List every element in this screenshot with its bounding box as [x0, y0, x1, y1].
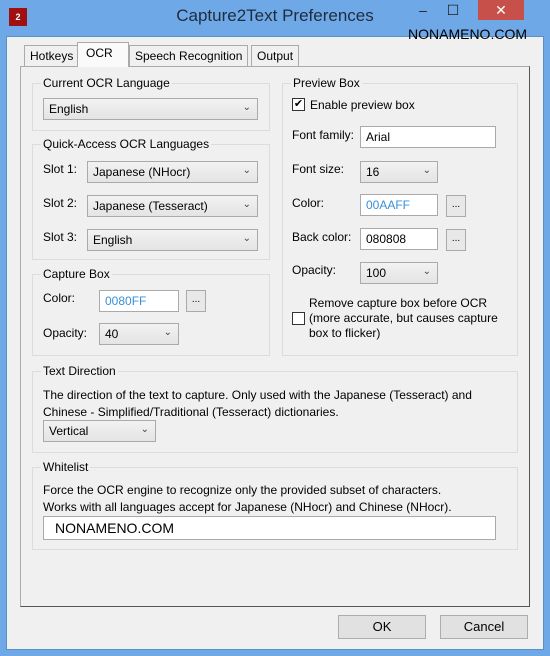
maximize-button[interactable]: ☐ — [440, 0, 466, 20]
ok-button[interactable]: OK — [338, 615, 426, 639]
group-label: Text Direction — [41, 364, 118, 378]
font-size-select[interactable]: 16 ⌄ — [360, 161, 438, 183]
chevron-down-icon: ⌄ — [242, 102, 251, 113]
select-value: English — [93, 233, 133, 247]
close-button[interactable]: ✕ — [478, 0, 524, 20]
slot-1-select[interactable]: Japanese (NHocr) ⌄ — [87, 161, 258, 183]
tab-hotkeys[interactable]: Hotkeys — [24, 45, 80, 66]
whitelist-description-1: Force the OCR engine to recognize only t… — [43, 483, 442, 497]
preview-color-field[interactable]: 00AAFF — [360, 194, 438, 216]
select-value: Japanese (NHocr) — [93, 165, 191, 179]
capture-color-picker-button[interactable]: ... — [186, 290, 206, 312]
group-label: Capture Box — [41, 267, 112, 281]
preview-color-label: Color: — [292, 196, 325, 210]
group-label: Preview Box — [291, 76, 362, 90]
group-label: Current OCR Language — [41, 76, 172, 90]
slot-3-label: Slot 3: — [43, 230, 78, 244]
slot-2-select[interactable]: Japanese (Tesseract) ⌄ — [87, 195, 258, 217]
tab-output[interactable]: Output — [251, 45, 300, 66]
window-title: Capture2Text Preferences — [176, 6, 374, 25]
capture-color-field[interactable]: 0080FF — [99, 290, 179, 312]
current-language-select[interactable]: English ⌄ — [43, 98, 258, 120]
whitelist-field[interactable]: NONAMENO.COM — [43, 516, 496, 540]
capture-opacity-select[interactable]: 40 ⌄ — [99, 323, 179, 345]
enable-preview-label: Enable preview box — [310, 98, 415, 112]
back-color-field[interactable]: 080808 — [360, 228, 438, 250]
back-color-label: Back color: — [292, 230, 352, 244]
select-value: 40 — [105, 327, 119, 341]
tab-ocr[interactable]: OCR — [77, 42, 129, 67]
chevron-down-icon: ⌄ — [163, 327, 172, 338]
select-value: 16 — [366, 165, 380, 179]
enable-preview-checkbox[interactable]: ✔ — [292, 98, 305, 111]
group-label: Whitelist — [41, 460, 91, 474]
select-value: Vertical — [49, 424, 89, 438]
chevron-down-icon: ⌄ — [140, 424, 149, 435]
whitelist-description-2: Works with all languages accept for Japa… — [43, 500, 452, 514]
preview-opacity-label: Opacity: — [292, 263, 337, 277]
select-value: English — [49, 102, 89, 116]
chevron-down-icon: ⌄ — [242, 233, 251, 244]
back-color-picker-button[interactable]: ... — [446, 229, 466, 251]
select-value: 100 — [366, 266, 387, 280]
watermark: NONAMENO.COM — [408, 26, 527, 42]
select-value: Japanese (Tesseract) — [93, 199, 208, 213]
chevron-down-icon: ⌄ — [422, 165, 431, 176]
capture-opacity-label: Opacity: — [43, 326, 88, 340]
group-label: Quick-Access OCR Languages — [41, 137, 212, 151]
font-family-field[interactable]: Arial — [360, 126, 496, 148]
capture-color-label: Color: — [43, 291, 76, 305]
chevron-down-icon: ⌄ — [242, 199, 251, 210]
chevron-down-icon: ⌄ — [242, 165, 251, 176]
text-direction-select[interactable]: Vertical ⌄ — [43, 420, 156, 442]
preview-color-picker-button[interactable]: ... — [446, 195, 466, 217]
slot-1-label: Slot 1: — [43, 162, 78, 176]
remove-capture-box-label: Remove capture box before OCR (more accu… — [309, 296, 498, 340]
cancel-button[interactable]: Cancel — [440, 615, 528, 639]
minimize-button[interactable]: – — [410, 0, 436, 20]
text-direction-description: The direction of the text to capture. On… — [43, 388, 472, 419]
slot-2-label: Slot 2: — [43, 196, 78, 210]
slot-3-select[interactable]: English ⌄ — [87, 229, 258, 251]
chevron-down-icon: ⌄ — [422, 266, 431, 277]
tab-speech-recognition[interactable]: Speech Recognition — [129, 45, 249, 66]
preview-opacity-select[interactable]: 100 ⌄ — [360, 262, 438, 284]
font-family-label: Font family: — [292, 128, 355, 142]
font-size-label: Font size: — [292, 162, 345, 176]
remove-capture-box-checkbox[interactable] — [292, 312, 305, 325]
